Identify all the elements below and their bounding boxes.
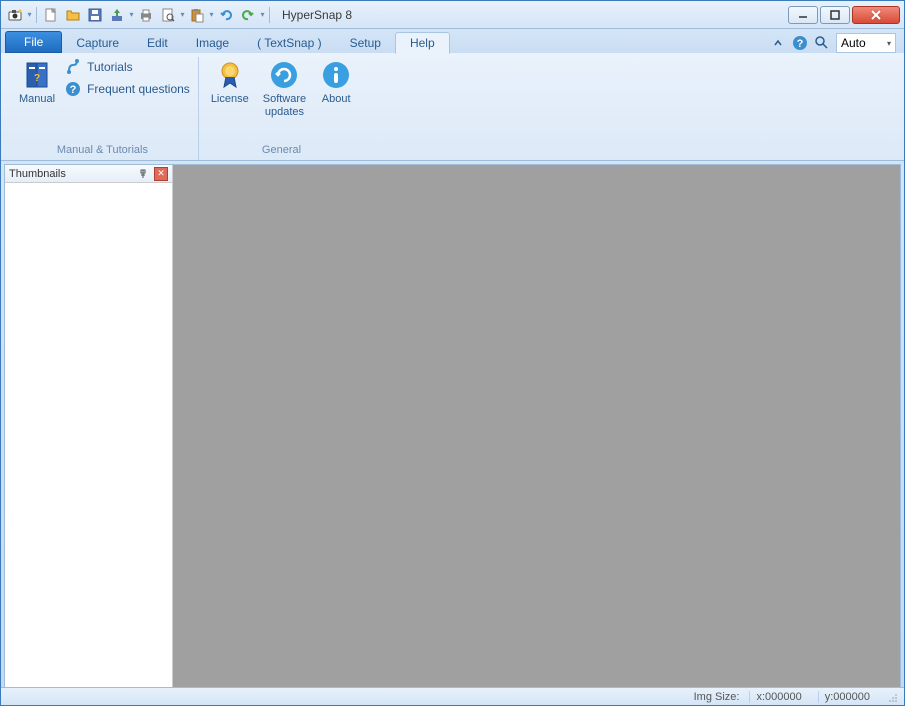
faq-label: Frequent questions: [87, 82, 190, 96]
svg-text:?: ?: [34, 73, 40, 84]
window-title: HyperSnap 8: [282, 8, 352, 22]
tab-file[interactable]: File: [5, 31, 62, 53]
qat-dropdown-icon[interactable]: ▾: [27, 5, 32, 25]
faq-icon: ?: [65, 81, 81, 97]
about-label: About: [322, 93, 351, 106]
redo-icon[interactable]: [238, 5, 258, 25]
search-dropdown-icon[interactable]: ▾: [887, 39, 891, 48]
thumbnails-title: Thumbnails: [9, 168, 66, 180]
thumbnails-body: [5, 183, 172, 688]
help-icon[interactable]: ?: [792, 35, 808, 51]
group-general: License Software updates About General: [199, 57, 364, 160]
minimize-button[interactable]: [788, 6, 818, 24]
updates-icon: [268, 59, 300, 91]
upload-icon[interactable]: [107, 5, 127, 25]
status-y: y:000000: [818, 691, 876, 703]
ribbon-content: ? Manual Tutorials ? Frequent questions: [1, 53, 904, 161]
svg-text:?: ?: [797, 38, 804, 50]
tab-image[interactable]: Image: [182, 33, 243, 53]
statusbar: Img Size: x:000000 y:000000: [1, 687, 904, 705]
tutorials-icon: [65, 59, 81, 75]
window-controls: [788, 6, 900, 24]
titlebar: ▾ ▾ ▾ ▾ ▾ HyperSna: [1, 1, 904, 29]
tutorials-label: Tutorials: [87, 60, 133, 74]
search-value: Auto: [841, 36, 866, 50]
manual-icon: ?: [21, 59, 53, 91]
maximize-button[interactable]: [820, 6, 850, 24]
resize-grip-icon[interactable]: [886, 691, 898, 703]
faq-link[interactable]: ? Frequent questions: [65, 81, 190, 97]
ribbon-tabs: File Capture Edit Image ( TextSnap ) Set…: [1, 29, 904, 53]
license-label: License: [211, 93, 249, 106]
status-x: x:000000: [749, 691, 807, 703]
qat-dropdown-2-icon[interactable]: ▾: [129, 5, 134, 25]
license-icon: [214, 59, 246, 91]
updates-button[interactable]: Software updates: [259, 57, 310, 121]
panel-close-icon[interactable]: ✕: [154, 167, 168, 181]
undo-icon[interactable]: [216, 5, 236, 25]
qat-dropdown-4-icon[interactable]: ▾: [209, 5, 214, 25]
tutorials-link[interactable]: Tutorials: [65, 59, 190, 75]
search-icon[interactable]: [814, 35, 830, 51]
new-icon[interactable]: [41, 5, 61, 25]
qat-dropdown-3-icon[interactable]: ▾: [180, 5, 185, 25]
camera-icon[interactable]: [5, 5, 25, 25]
close-button[interactable]: [852, 6, 900, 24]
tab-help[interactable]: Help: [395, 32, 450, 54]
about-button[interactable]: About: [316, 57, 356, 108]
tab-textsnap[interactable]: ( TextSnap ): [243, 33, 335, 53]
pin-icon[interactable]: [136, 167, 150, 181]
thumbnails-header: Thumbnails ✕: [5, 165, 172, 183]
print-preview-icon[interactable]: [158, 5, 178, 25]
paste-icon[interactable]: [187, 5, 207, 25]
svg-text:?: ?: [70, 84, 77, 96]
license-button[interactable]: License: [207, 57, 253, 108]
imgsize-label: Img Size:: [694, 691, 740, 703]
qat-dropdown-5-icon[interactable]: ▾: [260, 5, 265, 25]
print-icon[interactable]: [136, 5, 156, 25]
search-box[interactable]: Auto ▾: [836, 33, 896, 53]
group-label-general: General: [262, 142, 301, 160]
tab-capture[interactable]: Capture: [62, 33, 133, 53]
collapse-ribbon-icon[interactable]: [770, 35, 786, 51]
main-area: Thumbnails ✕: [4, 164, 901, 689]
canvas-area[interactable]: [173, 165, 900, 688]
updates-label: Software updates: [263, 93, 306, 119]
save-icon[interactable]: [85, 5, 105, 25]
manual-label: Manual: [19, 93, 55, 106]
quick-access-toolbar: ▾ ▾ ▾ ▾ ▾: [5, 5, 265, 25]
open-icon[interactable]: [63, 5, 83, 25]
group-manual-tutorials: ? Manual Tutorials ? Frequent questions: [7, 57, 199, 160]
manual-button[interactable]: ? Manual: [15, 57, 59, 108]
tab-edit[interactable]: Edit: [133, 33, 182, 53]
about-icon: [320, 59, 352, 91]
group-label-manual: Manual & Tutorials: [57, 142, 148, 160]
tab-setup[interactable]: Setup: [336, 33, 395, 53]
thumbnails-panel: Thumbnails ✕: [5, 165, 173, 688]
